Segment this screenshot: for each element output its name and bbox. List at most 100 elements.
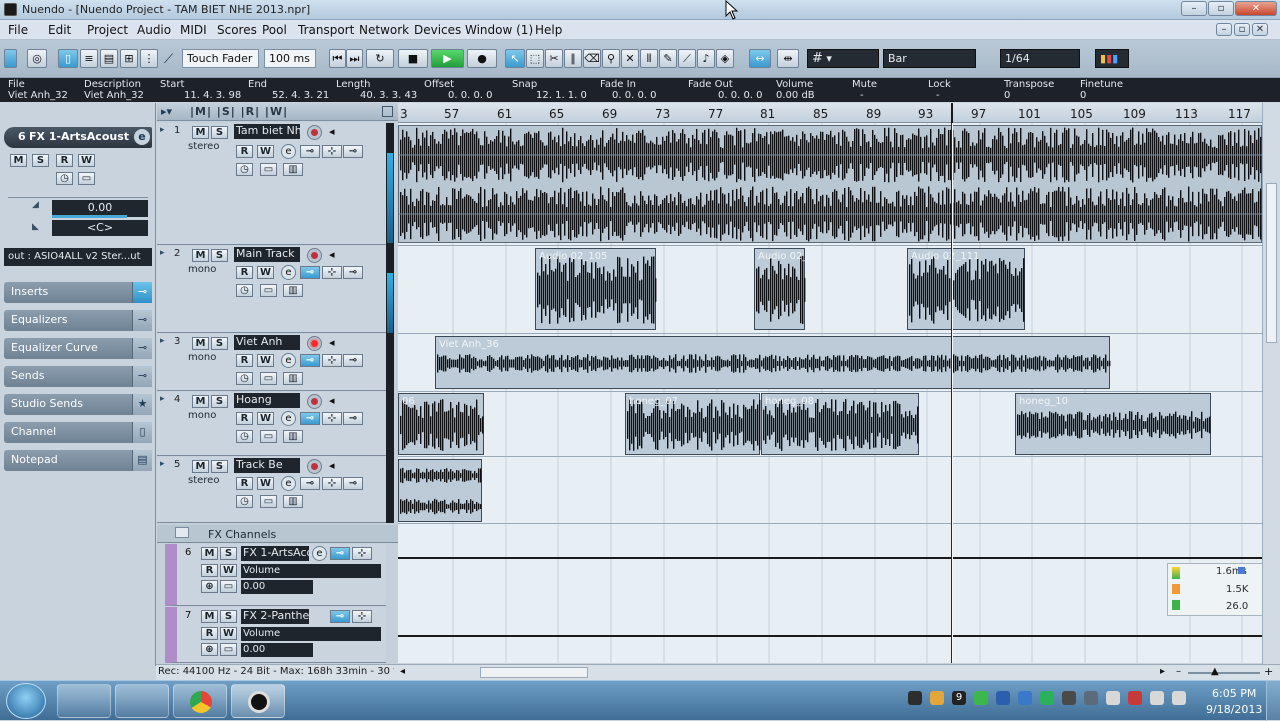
tray-icon[interactable] bbox=[1018, 691, 1032, 705]
show-inspector-button[interactable]: ▯ bbox=[58, 49, 78, 68]
track-list-zoom-icon[interactable] bbox=[382, 106, 393, 117]
mute-button[interactable]: M bbox=[192, 395, 209, 408]
clock-date[interactable]: 9/18/2013 bbox=[1206, 703, 1262, 716]
doc-minimize-button[interactable]: – bbox=[1216, 23, 1232, 36]
maximize-button[interactable]: ▫ bbox=[1208, 1, 1234, 16]
audio-event[interactable]: Audio 02_105 bbox=[535, 248, 657, 330]
expand-icon[interactable]: ▸ bbox=[160, 394, 165, 404]
record-enable-button[interactable] bbox=[307, 336, 322, 351]
playhead-marker[interactable] bbox=[951, 103, 953, 123]
monitor-icon[interactable]: ◂ bbox=[329, 459, 335, 472]
minimize-button[interactable]: – bbox=[1181, 1, 1207, 16]
inspector-track-header[interactable]: 6 FX 1-ArtsAcoustic e bbox=[4, 127, 152, 148]
info-value-file[interactable]: Viet Anh_32 bbox=[8, 90, 68, 101]
color-tool-icon[interactable]: ◈ bbox=[716, 49, 734, 68]
read-button[interactable]: R bbox=[236, 477, 253, 490]
mute-button[interactable]: M bbox=[201, 547, 218, 560]
menu-devices[interactable]: Devices bbox=[414, 23, 461, 37]
fx-track-row[interactable]: 7 M S FX 2-Pantheor ⊸ ⊹ R W Volume ⊕ ▭ 0… bbox=[165, 607, 386, 663]
read-button[interactable]: R bbox=[201, 564, 218, 577]
info-value-lock[interactable]: - bbox=[936, 90, 940, 101]
menu-midi[interactable]: MIDI bbox=[180, 23, 207, 37]
lanes-icon[interactable]: ▥ bbox=[283, 163, 303, 176]
show-desktop-button[interactable] bbox=[1266, 681, 1280, 721]
tray-icon[interactable] bbox=[974, 691, 988, 705]
lock-icon[interactable]: ▭ bbox=[260, 430, 277, 443]
zoom-in-icon[interactable]: + bbox=[1264, 665, 1273, 678]
lanes-icon[interactable]: ▥ bbox=[283, 372, 303, 385]
monitor-icon[interactable]: ◂ bbox=[329, 248, 335, 261]
insert-bypass-icon[interactable]: ⊸ bbox=[300, 145, 320, 158]
go-to-end-button[interactable]: ⏭ bbox=[346, 49, 363, 68]
eq-bypass-icon[interactable]: ⊸ bbox=[343, 354, 363, 367]
record-enable-button[interactable] bbox=[307, 248, 322, 263]
edit-channel-icon[interactable]: e bbox=[134, 129, 150, 145]
solo-button[interactable]: S bbox=[211, 126, 228, 139]
grid-type-select[interactable]: Bar bbox=[883, 49, 976, 68]
equalizers-bypass-icon[interactable]: ⊸ bbox=[132, 310, 152, 331]
lock-icon[interactable]: ▭ bbox=[260, 495, 277, 508]
lock-icon[interactable]: ▭ bbox=[220, 580, 237, 593]
vertical-scrollbar[interactable] bbox=[1262, 103, 1280, 666]
audio-event[interactable]: 06 bbox=[398, 393, 484, 455]
automation-parameter[interactable]: Volume bbox=[241, 564, 381, 578]
audio-event[interactable]: Audio 02_111 bbox=[907, 248, 1025, 330]
track-row[interactable]: ▸ 2 M S Main Track ◂ mono R W e ⊸ ⊹ ⊸ ◷ … bbox=[157, 246, 386, 333]
track-row[interactable]: ▸ 4 M S Hoang ◂ mono R W e ⊸ ⊹ ⊸ ◷ ▭ ▥ bbox=[157, 392, 386, 456]
record-enable-button[interactable] bbox=[307, 125, 322, 140]
info-value-end[interactable]: 52. 4. 3. 21 bbox=[272, 90, 329, 101]
fx-automation-line[interactable] bbox=[398, 557, 1262, 559]
zoom-slider[interactable] bbox=[1188, 672, 1260, 674]
info-value-fade-in[interactable]: 0. 0. 0. 0 bbox=[612, 90, 657, 101]
add-track-icon[interactable]: ▸▾ bbox=[161, 105, 172, 118]
write-button[interactable]: W bbox=[257, 412, 274, 425]
explorer-taskbar-icon[interactable] bbox=[57, 684, 111, 718]
lanes-icon[interactable]: ▥ bbox=[283, 284, 303, 297]
tray-icon[interactable] bbox=[1040, 691, 1054, 705]
info-value-length[interactable]: 40. 3. 3. 43 bbox=[360, 90, 417, 101]
timebase-icon[interactable]: ◷ bbox=[236, 163, 253, 176]
menu-audio[interactable]: Audio bbox=[137, 23, 171, 37]
fx-channels-folder[interactable]: FX Channels bbox=[157, 525, 398, 543]
audio-event[interactable]: Viet Anh_36 bbox=[435, 336, 1111, 389]
zoom-slider-thumb[interactable]: ▲ bbox=[1211, 666, 1219, 677]
insert-bypass-icon[interactable]: ⊸ bbox=[300, 354, 320, 367]
timebase-icon[interactable]: ◷ bbox=[236, 430, 253, 443]
inspector-read-button[interactable]: R bbox=[56, 154, 73, 167]
insert-bypass-icon[interactable]: ⊸ bbox=[330, 547, 350, 560]
solo-button[interactable]: S bbox=[211, 395, 228, 408]
monitor-icon[interactable]: ◂ bbox=[329, 394, 335, 407]
insert-bypass-icon[interactable]: ⊸ bbox=[330, 610, 350, 623]
inspector-pan-field[interactable]: <C> bbox=[52, 220, 148, 236]
eq-bypass-icon[interactable]: ⊸ bbox=[343, 477, 363, 490]
vertical-scroll-thumb[interactable] bbox=[1266, 183, 1277, 343]
zoom-tool-icon[interactable]: ⚲ bbox=[602, 49, 620, 68]
solo-button[interactable]: S bbox=[220, 610, 237, 623]
arrange-window[interactable]: Audio 02_105 Audio 02_ Audio 02_111 Viet… bbox=[398, 123, 1262, 663]
read-button[interactable]: R bbox=[236, 412, 253, 425]
track-name[interactable]: Track Be bbox=[234, 458, 300, 473]
range-selection-tool-icon[interactable]: ⬚ bbox=[526, 49, 544, 68]
inspector-output-routing[interactable]: out : ASIO4ALL v2 Ster...ut bbox=[4, 248, 152, 266]
monitor-icon[interactable]: ◂ bbox=[329, 125, 335, 138]
info-value-transpose[interactable]: 0 bbox=[1004, 90, 1010, 101]
go-to-start-button[interactable]: ⏮ bbox=[329, 49, 346, 68]
fx-track-row[interactable]: 6 M S FX 1-ArtsAcou e ⊸ ⊹ R W Volume ⊕ ▭… bbox=[165, 544, 386, 606]
solo-button[interactable]: S bbox=[220, 547, 237, 560]
automation-value[interactable]: 0.00 bbox=[241, 580, 313, 594]
expand-icon[interactable]: ▸ bbox=[160, 248, 165, 258]
automation-value[interactable]: 0.00 bbox=[241, 643, 313, 657]
tray-icon[interactable] bbox=[930, 691, 944, 705]
mute-button[interactable]: M bbox=[201, 610, 218, 623]
lock-icon[interactable]: ▭ bbox=[260, 372, 277, 385]
mute-button[interactable]: M bbox=[192, 460, 209, 473]
track-row[interactable]: ▸ 1 M S Tam biet Nhe ◂ stereo R W e ⊸ ⊹ … bbox=[157, 123, 386, 245]
inspector-write-button[interactable]: W bbox=[78, 154, 95, 167]
timebase-icon[interactable]: ⊕ bbox=[201, 643, 218, 656]
menu-window[interactable]: Window (1) bbox=[465, 23, 533, 37]
record-button[interactable]: ● bbox=[467, 49, 497, 68]
timeline-ruler[interactable]: 3 57 61 65 69 73 77 81 85 89 93 97 101 1… bbox=[398, 103, 1265, 123]
tray-icon[interactable] bbox=[1106, 691, 1120, 705]
show-infoline-button[interactable]: ≡ bbox=[80, 49, 98, 68]
fx-track-name[interactable]: FX 2-Pantheor bbox=[241, 609, 309, 624]
